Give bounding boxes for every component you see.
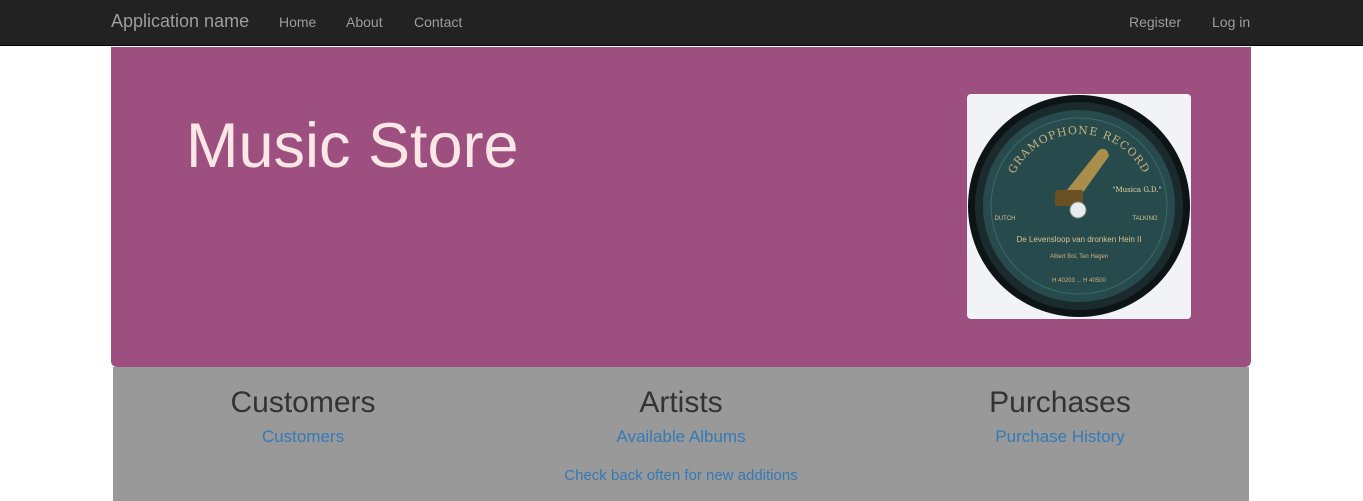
brand-link[interactable]: Application name <box>111 11 249 32</box>
customers-heading: Customers <box>230 386 376 419</box>
sections-panel: Customers Customers Artists Available Al… <box>113 367 1249 501</box>
record-label-top: "Musica G.D." <box>1112 186 1161 194</box>
record-artist: Albert Bol, Ten Hagen <box>1050 254 1108 260</box>
footer-note: Check back often for new additions <box>564 467 798 484</box>
record-song: De Levensloop van dronken Hein II <box>1017 235 1142 244</box>
artists-section: Artists Available Albums <box>491 386 871 447</box>
record-right-small: TALKING <box>1132 216 1158 222</box>
available-albums-link[interactable]: Available Albums <box>616 427 745 447</box>
record-spindle-hole <box>1069 201 1087 219</box>
purchases-heading: Purchases <box>989 386 1131 419</box>
purchases-section: Purchases Purchase History <box>870 386 1250 447</box>
hero-jumbotron: Music Store GRAMOPHONE RECORD "Musica G.… <box>111 47 1251 367</box>
nav-contact-link[interactable]: Contact <box>414 14 462 30</box>
customers-section: Customers Customers <box>113 386 493 447</box>
record-illustration: GRAMOPHONE RECORD "Musica G.D." DUTCH TA… <box>968 95 1190 317</box>
top-navbar: Application name Home About Contact Regi… <box>0 0 1363 46</box>
page-title: Music Store <box>186 111 519 181</box>
purchase-history-link[interactable]: Purchase History <box>995 427 1124 447</box>
record-catalog: H 40203 ... H 40500 <box>1052 278 1106 284</box>
record-left-small: DUTCH <box>995 216 1016 222</box>
login-link[interactable]: Log in <box>1212 14 1250 30</box>
gramophone-record-image: GRAMOPHONE RECORD "Musica G.D." DUTCH TA… <box>967 94 1191 319</box>
customers-link[interactable]: Customers <box>262 427 344 447</box>
register-link[interactable]: Register <box>1129 14 1181 30</box>
nav-home-link[interactable]: Home <box>279 14 316 30</box>
artists-heading: Artists <box>639 386 723 419</box>
nav-about-link[interactable]: About <box>346 14 383 30</box>
